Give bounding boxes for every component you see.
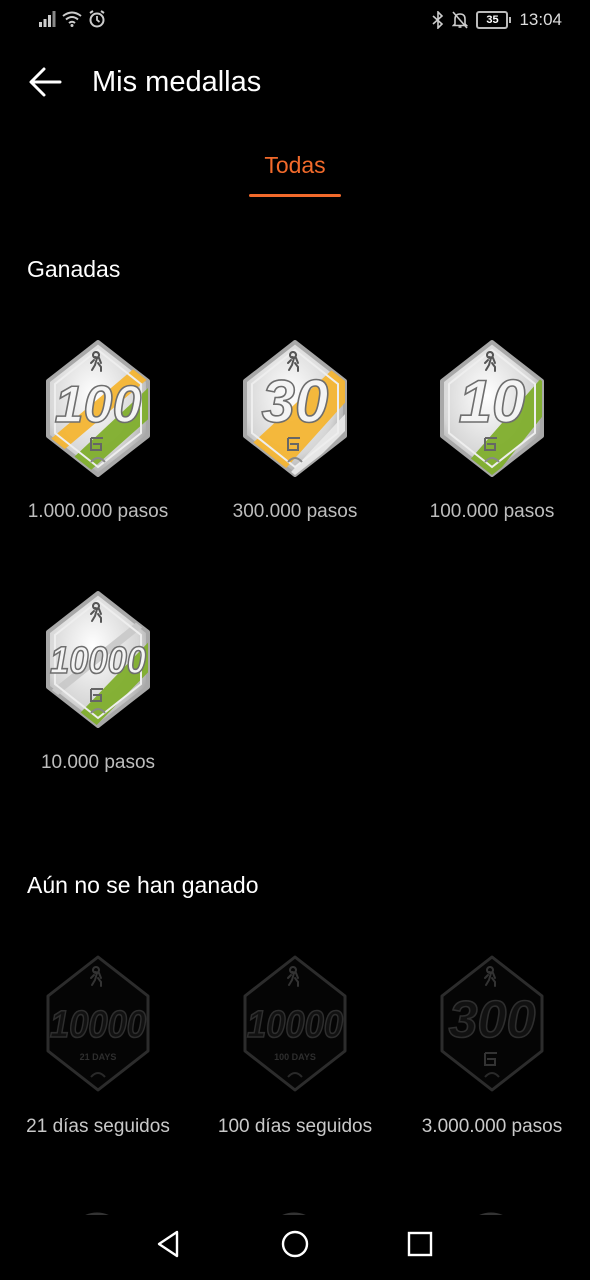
section-title-locked: Aún no se han ganado [27, 872, 259, 898]
medal-earned[interactable]: 10 100.000 pasos [394, 336, 590, 523]
home-circle-icon[interactable] [277, 1226, 313, 1262]
medal-locked[interactable]: 300 3.000.000 pasos [394, 951, 590, 1138]
medal-earned[interactable]: 100 1.000.000 pasos [0, 336, 196, 523]
medal-locked[interactable]: 10000 21 DAYS 21 días seguidos [0, 951, 196, 1138]
medal-label: 1.000.000 pasos [27, 501, 169, 522]
battery-level: 35 [476, 11, 509, 29]
medal-label: 300.000 pasos [232, 501, 358, 522]
tab-todas[interactable]: Todas [249, 152, 341, 179]
medal-badge-icon: 100 [46, 340, 150, 477]
medal-number: 100 [55, 376, 142, 434]
medal-earned[interactable]: 30 300.000 pasos [197, 336, 393, 523]
medal-locked[interactable]: 10000 100 DAYS 100 días seguidos [197, 951, 393, 1138]
medal-number: 30 [262, 368, 329, 435]
medal-number: 10 [459, 368, 526, 435]
medal-badge-icon: 10 [440, 340, 544, 477]
medal-badge-icon: 10000 21 DAYS [46, 955, 150, 1092]
app-header: Mis medallas [0, 50, 590, 114]
signal-icon [39, 11, 56, 27]
notifications-off-icon [452, 11, 469, 29]
tab-active-indicator [249, 194, 341, 197]
medal-number: 300 [449, 991, 536, 1049]
system-navbar [0, 1208, 590, 1280]
medal-badge-icon: 30 [243, 340, 347, 477]
back-triangle-icon[interactable] [151, 1226, 187, 1262]
medal-badge-icon: 10000 [46, 591, 150, 728]
battery-icon: 35 [476, 11, 512, 29]
page-title: Mis medallas [92, 66, 262, 98]
medal-label: 21 días seguidos [26, 1116, 170, 1137]
medal-number: 10000 [247, 1004, 343, 1046]
medal-label: 100.000 pasos [429, 501, 555, 522]
arrow-left-icon[interactable] [28, 64, 64, 100]
recents-square-icon[interactable] [402, 1226, 438, 1262]
section-title-earned: Ganadas [27, 256, 121, 282]
status-bar: 35 13:04 [0, 0, 590, 42]
medal-label: 3.000.000 pasos [421, 1116, 563, 1137]
medal-number: 10000 [50, 1004, 146, 1046]
medal-label: 10.000 pasos [40, 752, 156, 773]
medal-number: 10000 [50, 640, 146, 682]
wifi-icon [62, 11, 82, 27]
bluetooth-icon [432, 11, 444, 29]
medal-earned[interactable]: 10000 10.000 pasos [0, 587, 196, 774]
alarm-icon [89, 10, 105, 28]
clock: 13:04 [519, 10, 562, 29]
medal-subtitle: 21 DAYS [80, 1052, 117, 1062]
medal-label: 100 días seguidos [217, 1116, 373, 1137]
medal-badge-icon: 10000 100 DAYS [243, 955, 347, 1092]
medal-subtitle: 100 DAYS [274, 1052, 316, 1062]
medal-badge-icon: 300 [440, 955, 544, 1092]
